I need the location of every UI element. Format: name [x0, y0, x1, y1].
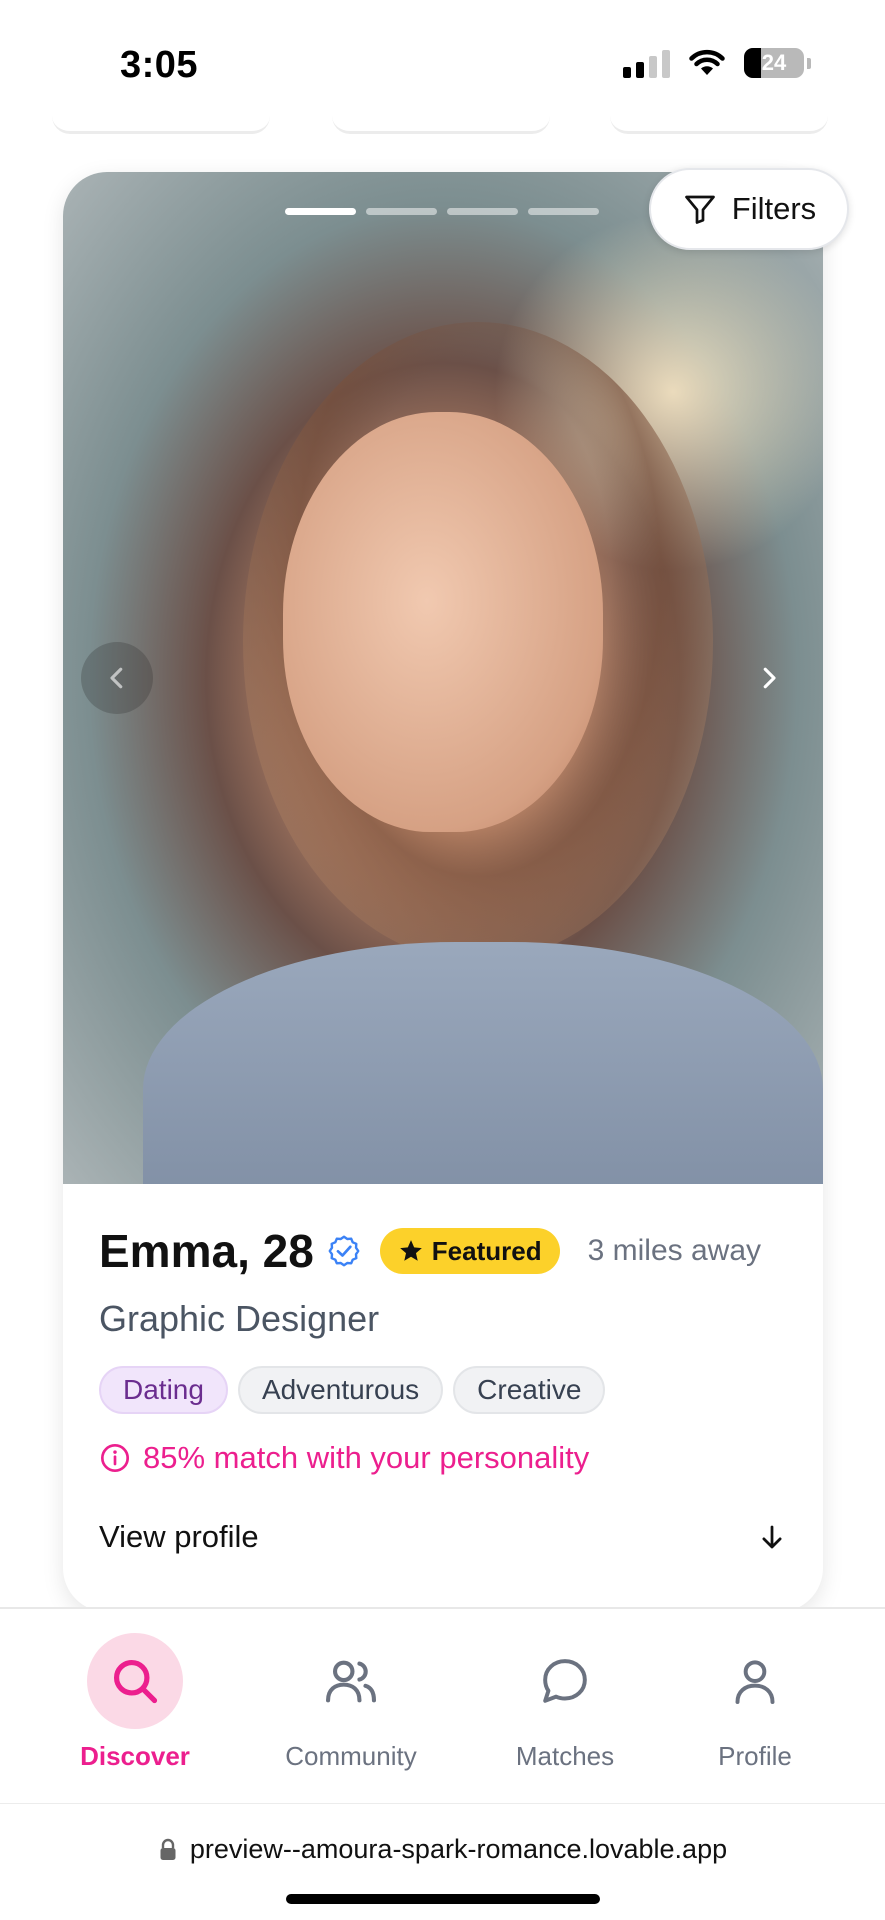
info-icon — [101, 1444, 129, 1472]
verified-badge-icon — [326, 1233, 362, 1269]
photo-dot-2[interactable] — [366, 208, 437, 215]
filter-icon — [684, 195, 715, 224]
interest-tags: Dating Adventurous Creative — [99, 1366, 606, 1414]
photo-dot-1[interactable] — [285, 208, 356, 215]
star-icon — [399, 1240, 422, 1261]
next-photo-button[interactable] — [733, 642, 805, 714]
photo-dot-3[interactable] — [447, 208, 518, 215]
tag-creative: Creative — [453, 1366, 606, 1414]
featured-badge: Featured — [379, 1228, 560, 1274]
chevron-left-icon — [110, 667, 123, 689]
photo-dot-4[interactable] — [528, 208, 599, 215]
nav-community[interactable]: Community — [256, 1633, 446, 1772]
filters-label: Filters — [731, 191, 817, 226]
occupation-text: Graphic Designer — [99, 1298, 380, 1339]
arrow-down-icon — [762, 1525, 782, 1549]
filters-button[interactable]: Filters — [649, 168, 849, 250]
nav-discover[interactable]: Discover — [40, 1633, 230, 1772]
nav-community-label: Community — [285, 1741, 417, 1771]
nav-matches-label: Matches — [515, 1741, 615, 1771]
user-icon — [707, 1633, 803, 1729]
home-indicator[interactable] — [286, 1894, 600, 1904]
chat-bubble-icon — [517, 1633, 613, 1729]
cellular-signal-icon — [623, 48, 670, 78]
status-bar: 3:05 24 — [0, 0, 885, 120]
nav-profile[interactable]: Profile — [660, 1633, 850, 1772]
status-icons: 24 — [623, 48, 811, 78]
browser-url-bar[interactable]: preview--amoura-spark-romance.lovable.ap… — [0, 1803, 885, 1920]
tag-adventurous: Adventurous — [237, 1366, 444, 1414]
previous-card-edge — [52, 112, 270, 134]
tag-dating: Dating — [99, 1366, 228, 1414]
distance-text: 3 miles away — [587, 1234, 762, 1267]
next-card-edge — [610, 112, 828, 134]
nav-profile-label: Profile — [718, 1741, 792, 1771]
previous-photo-button[interactable] — [81, 642, 153, 714]
match-text: 85% match with your personality — [143, 1440, 590, 1475]
featured-label: Featured — [431, 1235, 542, 1266]
lock-icon — [160, 1838, 176, 1860]
search-icon — [87, 1633, 183, 1729]
status-time: 3:05 — [120, 44, 199, 86]
stacked-card-edge — [332, 112, 550, 134]
name-row: Emma, 28 Featured 3 miles away — [99, 1224, 761, 1278]
wifi-icon — [689, 49, 725, 75]
battery-icon: 24 — [744, 48, 804, 78]
url-display[interactable]: preview--amoura-spark-romance.lovable.ap… — [0, 1834, 885, 1865]
view-profile-button[interactable]: View profile — [99, 1519, 787, 1555]
nav-matches[interactable]: Matches — [470, 1633, 660, 1772]
profile-card[interactable]: Emma, 28 Featured 3 miles away Graphic D… — [63, 172, 823, 1612]
view-profile-label: View profile — [99, 1519, 259, 1554]
profile-name-age: Emma, 28 — [99, 1225, 314, 1277]
photo-pagination — [285, 208, 599, 215]
photo-shirt — [143, 942, 823, 1184]
battery-level: 24 — [761, 50, 787, 75]
nav-discover-label: Discover — [80, 1741, 190, 1771]
photo-face — [283, 412, 603, 832]
users-icon — [303, 1633, 399, 1729]
bottom-nav: Discover Community Matches Profile — [0, 1607, 885, 1803]
url-text: preview--amoura-spark-romance.lovable.ap… — [189, 1834, 728, 1864]
chevron-right-icon — [763, 667, 776, 689]
profile-photo[interactable] — [63, 172, 823, 1184]
personality-match: 85% match with your personality — [99, 1440, 589, 1476]
battery-tip — [807, 57, 811, 69]
